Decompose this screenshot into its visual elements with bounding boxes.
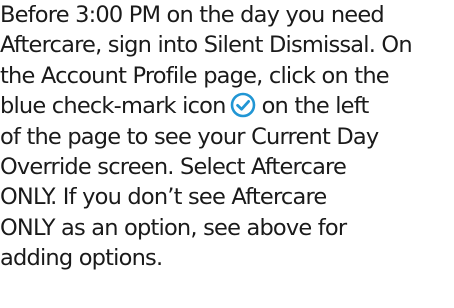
text-line: the Account Profile page, click on the — [0, 62, 390, 89]
text-line: ONLY. If you don’t see Aftercare — [0, 184, 327, 211]
instruction-paragraph: Before 3:00 PM on the day you need After… — [0, 0, 454, 308]
check-circle-icon — [230, 92, 256, 118]
text-line: blue check-mark icon on the left — [0, 91, 370, 121]
text-line: adding options. — [0, 245, 163, 272]
text-segment: blue check-mark icon — [0, 93, 226, 120]
text-line: of the page to see your Current Day — [0, 123, 379, 150]
text-line: Before 3:00 PM on the day you need — [0, 2, 385, 28]
text-line: Override screen. Select Aftercare — [0, 154, 347, 180]
text-segment: on the left — [261, 93, 370, 120]
text-line: ONLY as an option, see above for — [0, 214, 347, 241]
text-line: Aftercare, sign into Silent Dismissal. O… — [0, 32, 413, 59]
